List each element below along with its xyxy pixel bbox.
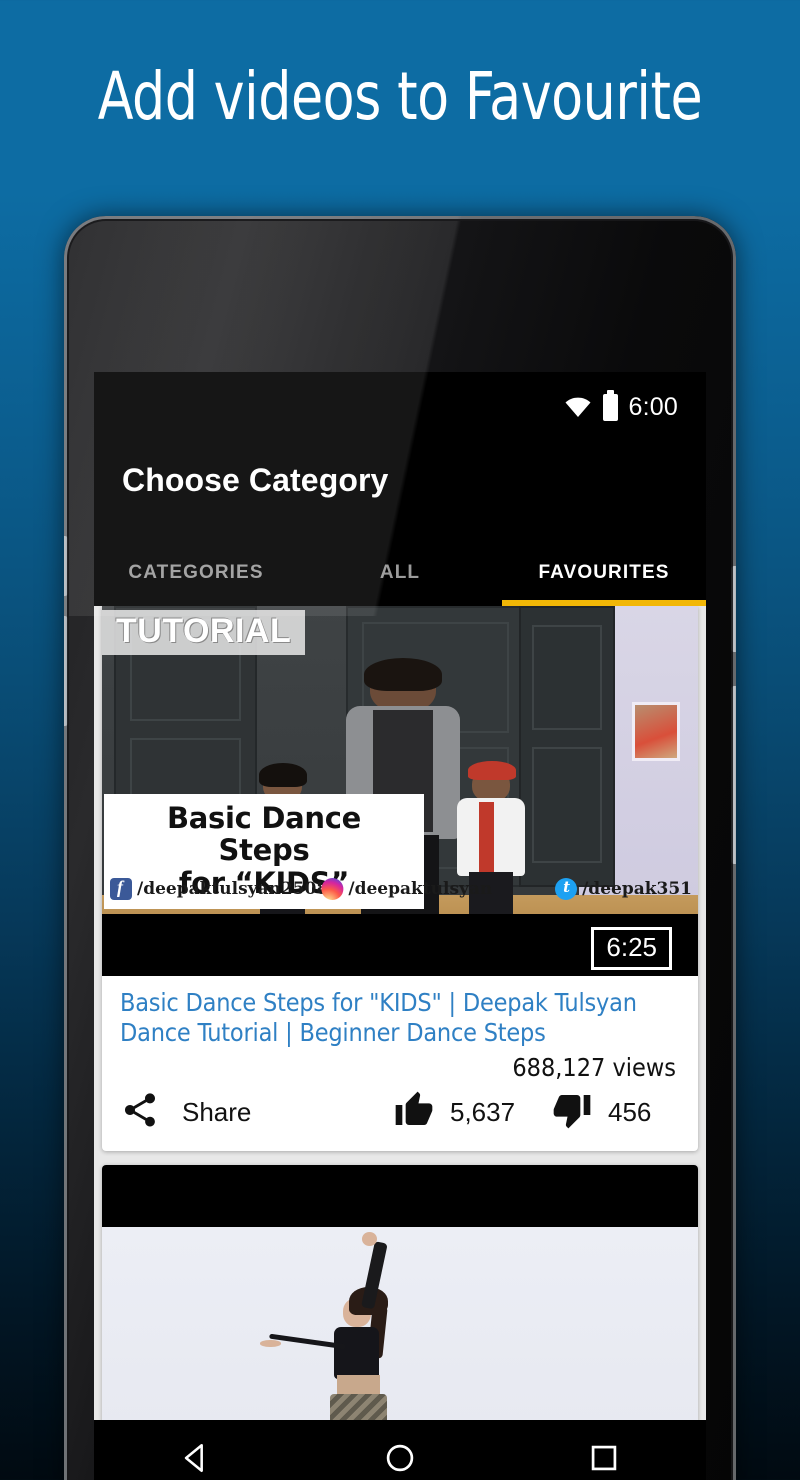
facebook-icon	[110, 877, 132, 900]
instagram-handle-text: /deepaktulsyan	[348, 879, 493, 899]
battery-full-icon	[602, 389, 618, 421]
phone-screen: 6:00 Choose Category CATEGORIES ALL FAVO…	[94, 372, 706, 1480]
dislike-button[interactable]: 456	[552, 1090, 680, 1135]
thumbnail-overlay-line1: Basic Dance Steps	[166, 801, 361, 868]
thumbnail-social-handles: /deepaktulsyan2508 /deepaktulsyan /deepa…	[102, 872, 698, 906]
tab-categories-label: CATEGORIES	[128, 562, 264, 583]
status-bar: 6:00	[94, 372, 706, 442]
recents-square-icon[interactable]	[587, 1441, 621, 1475]
twitter-handle-text: /deepak351	[582, 879, 692, 899]
power-button[interactable]	[731, 566, 736, 652]
volume-button-left[interactable]	[64, 616, 68, 726]
tab-bar: CATEGORIES ALL FAVOURITES	[94, 540, 706, 606]
wifi-icon	[564, 396, 592, 418]
video-views: 688,127 views	[512, 1053, 676, 1082]
video-duration-badge: 6:25	[591, 927, 672, 970]
facebook-handle-text: /deepaktulsyan2508	[137, 879, 329, 899]
page-title: Choose Category	[122, 462, 389, 498]
thumbnail-badge: TUTORIAL	[102, 610, 306, 655]
tab-all[interactable]: ALL	[298, 540, 502, 606]
social-handle-facebook: /deepaktulsyan2508	[110, 877, 329, 900]
tab-favourites[interactable]: FAVOURITES	[502, 540, 706, 606]
video-meta: Basic Dance Steps for "KIDS" | Deepak Tu…	[102, 976, 698, 1082]
volume-button[interactable]	[731, 686, 736, 864]
phone-mockup: 6:00 Choose Category CATEGORIES ALL FAVO…	[64, 216, 736, 1480]
thumbnail-badge-label: TUTORIAL	[116, 612, 292, 650]
social-handle-twitter: /deepak351	[555, 878, 692, 900]
promo-headline: Add videos to Favourite	[97, 58, 703, 135]
share-icon	[120, 1090, 160, 1135]
twitter-icon	[555, 878, 578, 900]
back-triangle-icon[interactable]	[179, 1441, 213, 1475]
like-button[interactable]: 5,637	[394, 1090, 522, 1135]
video-thumbnail[interactable]: TUTORIAL Basic Dance Steps for “KIDS” /d…	[102, 606, 698, 976]
thumbnail-letterbox	[102, 1165, 698, 1227]
tab-categories[interactable]: CATEGORIES	[94, 540, 298, 606]
dislike-count: 456	[608, 1097, 652, 1127]
tab-all-label: ALL	[379, 562, 421, 583]
tab-favourites-label: FAVOURITES	[538, 562, 670, 583]
app-bar: Choose Category	[94, 442, 706, 540]
alert-slider[interactable]	[64, 536, 68, 596]
thumb-down-icon	[552, 1090, 592, 1135]
video-list[interactable]: TUTORIAL Basic Dance Steps for “KIDS” /d…	[94, 606, 706, 1480]
video-actions: Share 5,637 456	[102, 1082, 698, 1151]
status-clock: 6:00	[628, 392, 678, 421]
like-count: 5,637	[450, 1097, 516, 1127]
instagram-icon	[321, 878, 344, 900]
share-label: Share	[182, 1097, 252, 1127]
share-button[interactable]: Share	[120, 1090, 251, 1135]
social-handle-instagram: /deepaktulsyan	[321, 878, 492, 900]
video-card[interactable]: TUTORIAL Basic Dance Steps for “KIDS” /d…	[102, 606, 698, 1151]
thumb-up-icon	[394, 1090, 434, 1135]
android-nav-bar	[94, 1420, 706, 1480]
video-title[interactable]: Basic Dance Steps for "KIDS" | Deepak Tu…	[120, 988, 680, 1047]
home-circle-icon[interactable]	[383, 1441, 417, 1475]
